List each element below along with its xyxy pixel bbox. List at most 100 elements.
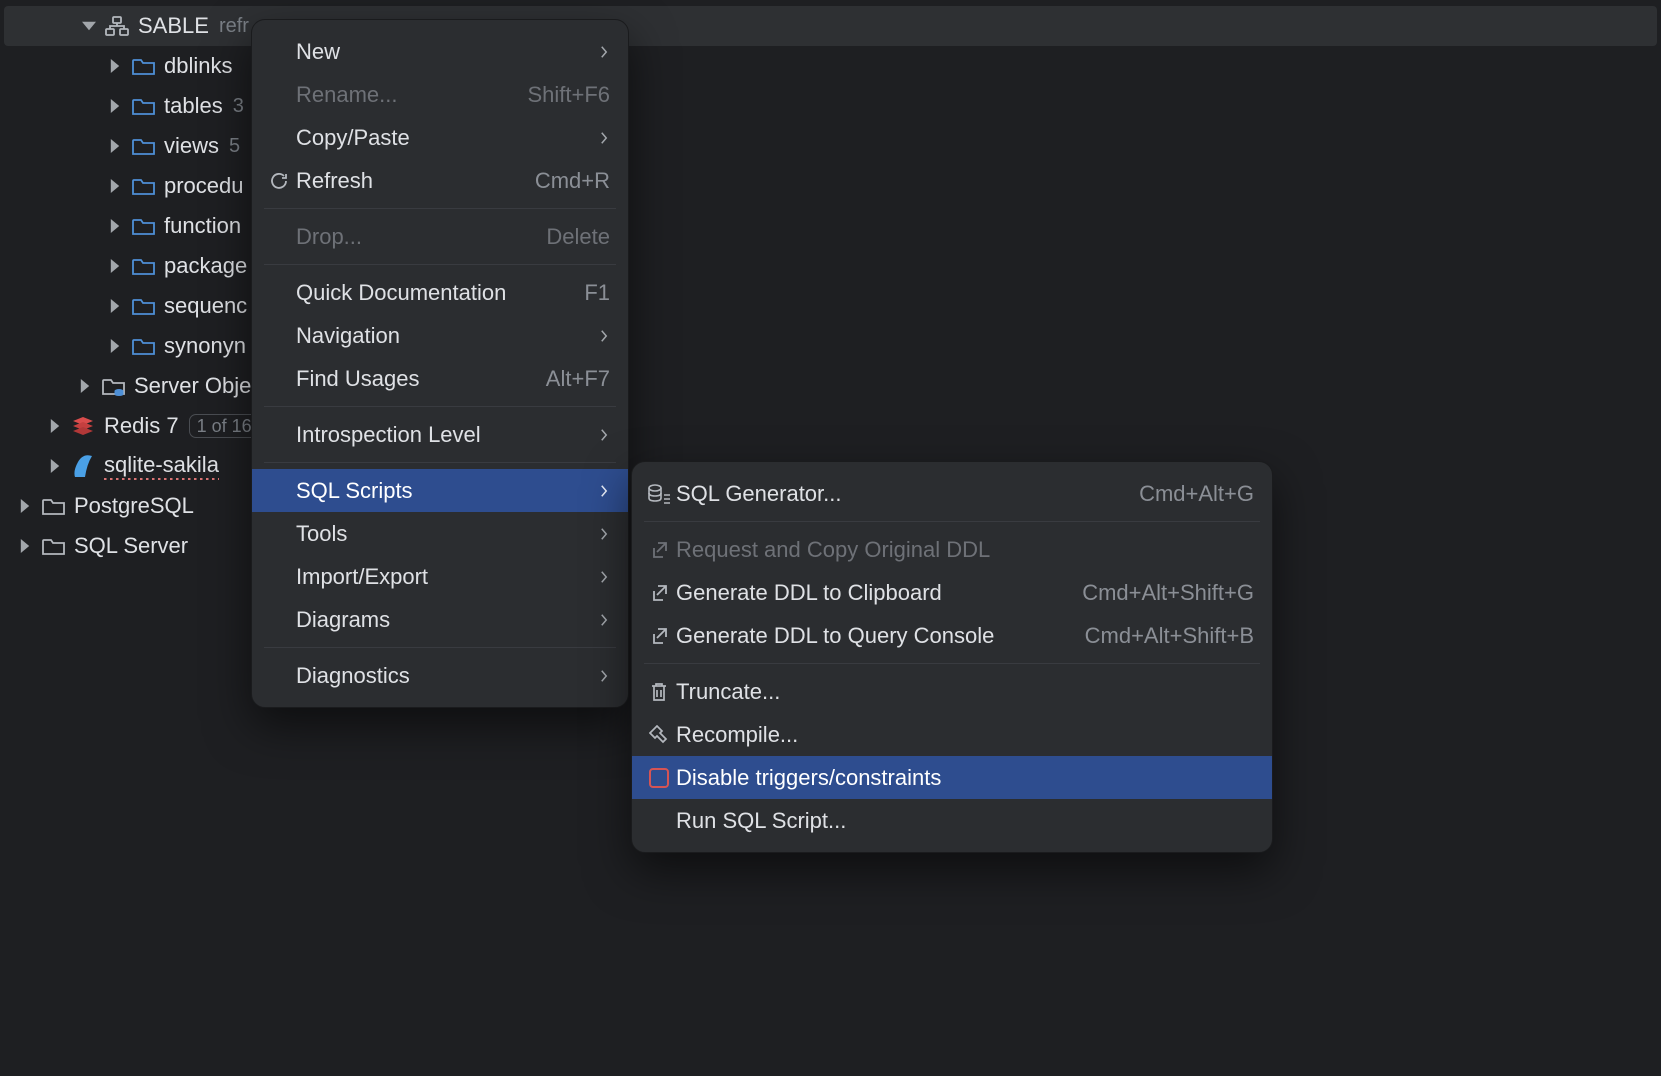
menu-separator [264,406,616,407]
menu-separator [644,521,1260,522]
export-arrow-icon [646,584,672,602]
tree-item-views[interactable]: views 5 [0,126,1661,166]
tree-item-label: tables [164,93,223,119]
menu-separator [644,663,1260,664]
tree-item-label: package [164,253,247,279]
menu-item-rename: Rename... Shift+F6 [252,73,628,116]
folder-icon [130,177,156,196]
shortcut: Shift+F6 [527,82,610,108]
chevron-right-icon [46,417,64,435]
shortcut: Cmd+Alt+G [1139,481,1254,507]
tree-item-label: Server Obje [134,373,251,399]
menu-separator [264,462,616,463]
tree-item-label: sqlite-sakila [104,452,219,480]
menu-item-tools[interactable]: Tools [252,512,628,555]
chevron-down-icon [80,17,98,35]
menu-item-refresh[interactable]: Refresh Cmd+R [252,159,628,202]
shortcut: Cmd+Alt+Shift+G [1082,580,1254,606]
chevron-right-icon [598,132,610,144]
tree-item-server-objects[interactable]: Server Obje [0,366,1661,406]
folder-icon [130,97,156,116]
menu-item-recompile[interactable]: Recompile... [632,713,1272,756]
menu-item-sql-generator[interactable]: SQL Generator... Cmd+Alt+G [632,472,1272,515]
menu-item-introspection[interactable]: Introspection Level [252,413,628,456]
shortcut: Delete [546,224,610,250]
tree-item-label: function [164,213,241,239]
tree-item-hint: refr [219,15,249,38]
chevron-right-icon [598,614,610,626]
shortcut: Alt+F7 [546,366,610,392]
tree-item-label: SQL Server [74,533,188,559]
menu-item-importexport[interactable]: Import/Export [252,555,628,598]
tree-item-packages[interactable]: package [0,246,1661,286]
chevron-right-icon [598,571,610,583]
redis-icon [70,415,96,437]
chevron-right-icon [598,485,610,497]
menu-item-run-sql-script[interactable]: Run SQL Script... [632,799,1272,842]
chevron-right-icon [106,257,124,275]
chevron-right-icon [598,528,610,540]
chevron-right-icon [106,177,124,195]
context-menu-sql-scripts: SQL Generator... Cmd+Alt+G Request and C… [631,461,1273,853]
menu-item-truncate[interactable]: Truncate... [632,670,1272,713]
chevron-right-icon [106,337,124,355]
context-menu-primary: New Rename... Shift+F6 Copy/Paste Refres… [251,19,629,708]
menu-separator [264,208,616,209]
tree-item-dblinks[interactable]: dblinks [0,46,1661,86]
tree-item-label: procedu [164,173,244,199]
tree-item-count: 5 [229,135,240,158]
shortcut: Cmd+Alt+Shift+B [1085,623,1254,649]
folder-icon [130,297,156,316]
chevron-right-icon [16,497,34,515]
tree-item-label: sequenc [164,293,247,319]
menu-item-navigation[interactable]: Navigation [252,314,628,357]
chevron-right-icon [598,429,610,441]
tree-item-label: PostgreSQL [74,493,194,519]
tree-item-functions[interactable]: function [0,206,1661,246]
chevron-right-icon [598,330,610,342]
chevron-right-icon [106,97,124,115]
menu-item-diagrams[interactable]: Diagrams [252,598,628,641]
menu-separator [264,647,616,648]
menu-item-request-copy-ddl: Request and Copy Original DDL [632,528,1272,571]
tree-item-tables[interactable]: tables 3 [0,86,1661,126]
shortcut: Cmd+R [535,168,610,194]
tree-item-synonyms[interactable]: synonyn [0,326,1661,366]
menu-item-ddl-clipboard[interactable]: Generate DDL to Clipboard Cmd+Alt+Shift+… [632,571,1272,614]
menu-item-quickdoc[interactable]: Quick Documentation F1 [252,271,628,314]
sqlite-icon [70,454,96,478]
tree-item-label: synonyn [164,333,246,359]
sql-generator-icon [646,484,672,504]
menu-item-sqlscripts[interactable]: SQL Scripts [252,469,628,512]
export-arrow-icon [646,627,672,645]
checkbox-empty-icon [646,768,672,788]
menu-item-drop: Drop... Delete [252,215,628,258]
folder-icon [130,337,156,356]
folder-icon [40,497,66,516]
tree-item-label: Redis 7 [104,413,179,439]
chevron-right-icon [106,297,124,315]
chevron-right-icon [598,46,610,58]
menu-item-ddl-console[interactable]: Generate DDL to Query Console Cmd+Alt+Sh… [632,614,1272,657]
trash-icon [646,682,672,702]
menu-item-diagnostics[interactable]: Diagnostics [252,654,628,697]
tree-item-procedures[interactable]: procedu [0,166,1661,206]
menu-item-disable-triggers[interactable]: Disable triggers/constraints [632,756,1272,799]
menu-separator [264,264,616,265]
chevron-right-icon [16,537,34,555]
tree-item-redis[interactable]: Redis 7 1 of 16 [0,406,1661,446]
menu-item-copypaste[interactable]: Copy/Paste [252,116,628,159]
chevron-right-icon [106,137,124,155]
folder-icon [40,537,66,556]
tree-item-count: 3 [233,95,244,118]
chevron-right-icon [598,670,610,682]
hammer-icon [646,725,672,745]
folder-icon [130,57,156,76]
tree-item-label: dblinks [164,53,232,79]
tree-item-label: SABLE [138,13,209,39]
menu-item-new[interactable]: New [252,30,628,73]
tree-item-sequences[interactable]: sequenc [0,286,1661,326]
menu-item-findusages[interactable]: Find Usages Alt+F7 [252,357,628,400]
refresh-icon [266,171,292,191]
folder-icon [130,257,156,276]
